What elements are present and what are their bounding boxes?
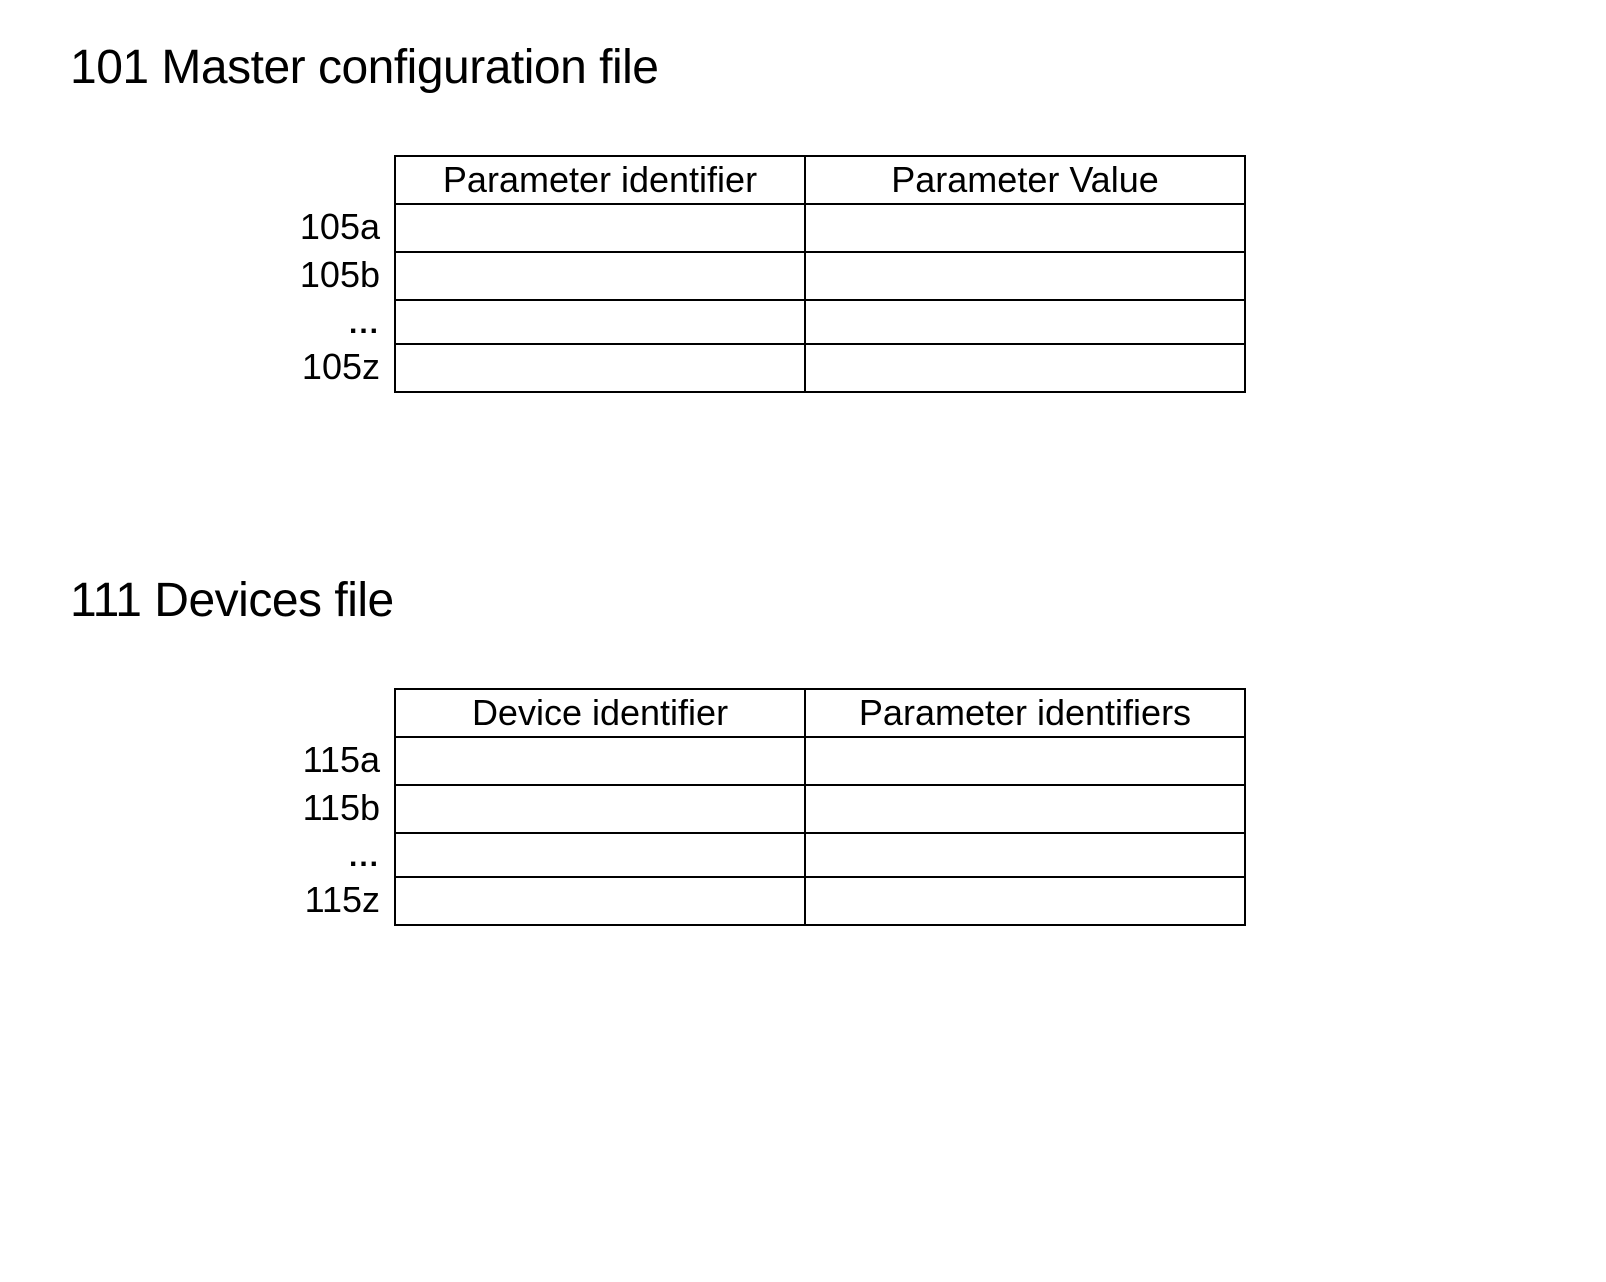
table-row [395,300,1245,344]
devices-file-table-wrap: 115a 115b ... 115z Device identifier Par… [270,688,1536,926]
devices-file-row-labels: 115a 115b ... 115z [270,688,380,924]
table-row [395,737,1245,785]
row-label: 115b [270,784,380,832]
row-label: 105b [270,251,380,299]
table-cell [395,785,805,833]
table-cell [395,833,805,877]
master-config-table-wrap: 105a 105b ... 105z Parameter identifier … [270,155,1536,393]
table-cell [805,833,1245,877]
row-label: 115z [270,876,380,924]
table-cell [805,344,1245,392]
header-parameter-identifiers: Parameter identifiers [805,689,1245,737]
row-label: 105a [270,203,380,251]
table-row [395,877,1245,925]
table-row [395,204,1245,252]
master-config-title: 101 Master configuration file [70,40,1536,95]
row-label-ellipsis: ... [270,832,380,876]
table-cell [395,252,805,300]
master-config-section: 101 Master configuration file 105a 105b … [70,40,1536,393]
header-parameter-identifier: Parameter identifier [395,156,805,204]
table-cell [805,737,1245,785]
table-cell [395,737,805,785]
devices-file-title: 111 Devices file [70,573,1536,628]
table-cell [805,877,1245,925]
devices-file-table: Device identifier Parameter identifiers [394,688,1246,926]
table-cell [395,877,805,925]
table-cell [805,252,1245,300]
table-row [395,833,1245,877]
table-header-row: Parameter identifier Parameter Value [395,156,1245,204]
row-label: 105z [270,343,380,391]
header-device-identifier: Device identifier [395,689,805,737]
table-header-row: Device identifier Parameter identifiers [395,689,1245,737]
table-row [395,252,1245,300]
table-cell [395,344,805,392]
master-config-table: Parameter identifier Parameter Value [394,155,1246,393]
header-parameter-value: Parameter Value [805,156,1245,204]
table-cell [395,204,805,252]
row-label: 115a [270,736,380,784]
table-cell [395,300,805,344]
table-row [395,785,1245,833]
row-label-ellipsis: ... [270,299,380,343]
devices-file-section: 111 Devices file 115a 115b ... 115z Devi… [70,573,1536,926]
table-row [395,344,1245,392]
table-cell [805,785,1245,833]
table-cell [805,300,1245,344]
table-cell [805,204,1245,252]
master-config-row-labels: 105a 105b ... 105z [270,155,380,391]
